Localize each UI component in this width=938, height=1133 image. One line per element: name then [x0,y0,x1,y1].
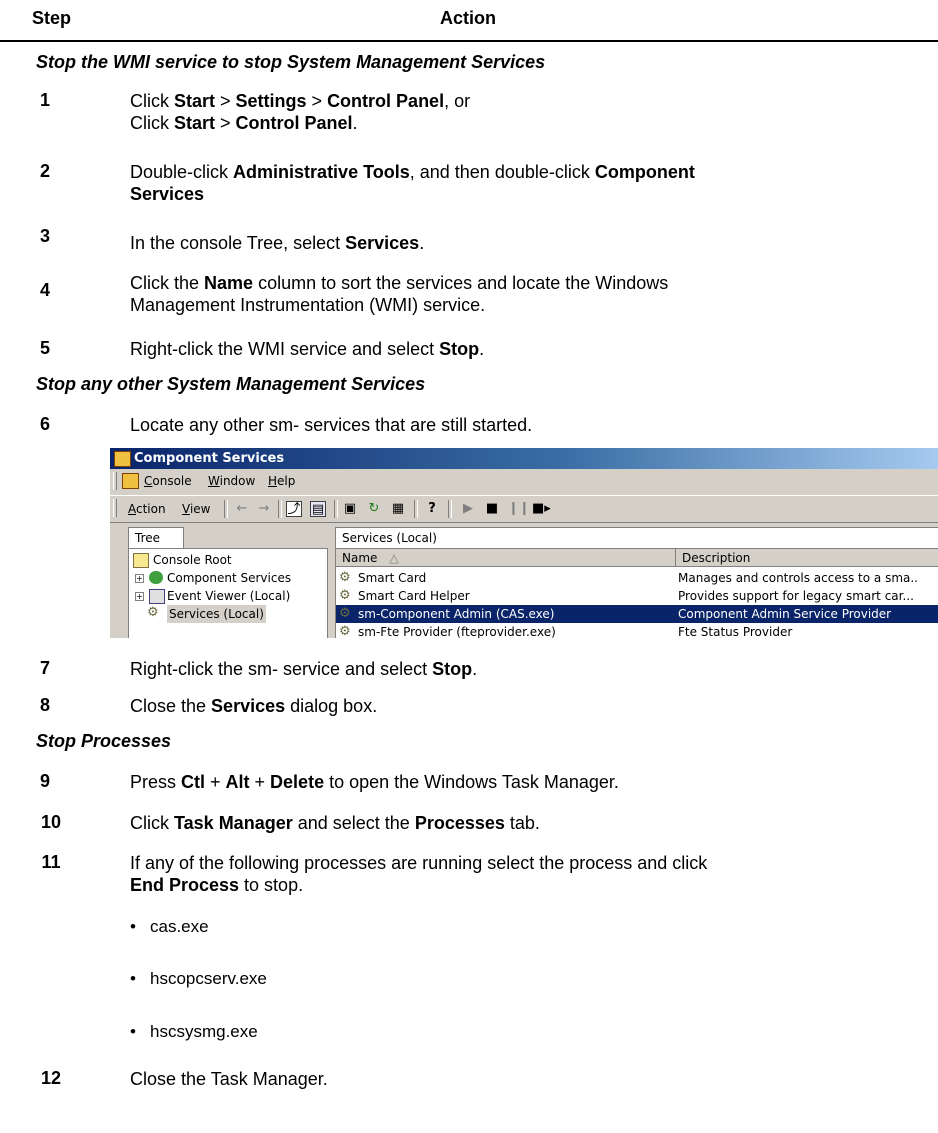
step-number: 3 [39,226,50,246]
step-number: 5 [39,338,50,358]
service-gear-icon: ⚙ [339,624,351,638]
toolbar-action-menu[interactable]: Action [128,502,166,516]
console-menu-icon [122,473,139,489]
start-service-icon[interactable]: ▶ [460,501,476,517]
step-text: In the console Tree, select Services. [130,233,425,253]
step-text: If any of the following processes are ru… [130,853,708,895]
menu-grip [113,472,117,490]
step-number: 8 [39,695,50,715]
step-text: Close the Services dialog box. [130,696,378,716]
section-heading: Stop Processes [36,731,172,751]
window-title: Component Services [134,451,285,466]
step-number: 12 [40,1068,62,1088]
step-number: 1 [39,90,50,110]
list-item: • hscsysmg.exe [130,1022,258,1041]
toolbar-view-menu[interactable]: View [182,502,210,516]
step-text: Right-click the WMI service and select S… [130,339,485,359]
menu-bar: Console Window Help [110,470,938,492]
component-services-window: Component Services Console Window Help A… [110,448,938,638]
menu-help[interactable]: Help [268,474,295,488]
event-viewer-icon [149,589,165,604]
service-row[interactable]: ⚙ sm-Fte Provider (fteprovider.exe) Fte … [336,623,938,638]
sort-ascending-icon: △ [389,551,399,565]
step-text: Click the Name column to sort the servic… [130,273,669,315]
step-number: 4 [39,280,50,300]
menu-window[interactable]: Window [208,474,255,488]
step-number: 6 [39,414,50,434]
step-number: 9 [39,771,50,791]
step-number: 7 [39,658,50,678]
step-text: Press Ctl + Alt + Delete to open the Win… [130,772,619,792]
column-header-name[interactable]: Name △ [336,549,676,567]
step-number: 11 [41,852,61,872]
step-number: 10 [40,812,62,832]
section-heading: Stop the WMI service to stop System Mana… [36,52,546,72]
header-rule [0,40,938,42]
export-list-icon[interactable]: ▦ [390,501,406,517]
restart-service-icon[interactable]: ■▸ [532,501,551,517]
step-text: Close the Task Manager. [130,1069,328,1089]
menu-console[interactable]: Console [144,474,192,488]
step-text: Locate any other sm- services that are s… [130,415,533,435]
refresh-icon[interactable]: ↻ [366,501,382,517]
step-number: 2 [39,161,50,181]
action-column-header: Action [440,8,496,28]
services-list: Name △ Description ⚙ Smart Card Manages a… [335,548,938,638]
expand-icon[interactable]: + [135,574,144,583]
step-text: Click Task Manager and select the Proces… [130,813,540,833]
list-item: • hscopcserv.exe [130,969,267,988]
pane-title: Services (Local) [335,527,938,549]
table-header: Step Action [0,0,938,38]
component-services-icon [114,451,131,467]
service-row-selected[interactable]: ⚙ sm-Component Admin (CAS.exe) Component… [336,605,938,623]
service-gear-icon: ⚙ [339,588,351,603]
show-hide-tree-icon[interactable]: ▤ [310,501,326,517]
step-text: Right-click the sm- service and select S… [130,659,478,679]
window-title-bar[interactable]: Component Services [110,448,938,469]
step-text: Double-click Administrative Tools, and t… [130,162,695,204]
service-gear-icon: ⚙ [339,570,351,585]
help-icon[interactable]: ? [424,501,440,517]
toolbar-separator [414,500,418,518]
component-services-icon [149,571,163,584]
up-folder-icon[interactable]: ⤴ [286,501,302,517]
toolbar-separator [278,500,282,518]
column-header-description[interactable]: Description [676,549,938,567]
toolbar: Action View ← → ⤴ ▤ ▣ ↻ ▦ ? ▶ ■ ❙❙ ■▸ [110,495,938,523]
back-arrow-icon[interactable]: ← [234,501,250,517]
stop-service-icon[interactable]: ■ [484,501,500,517]
toolbar-grip [113,499,117,517]
pause-service-icon[interactable]: ❙❙ [508,501,530,517]
forward-arrow-icon[interactable]: → [256,501,272,517]
expand-icon[interactable]: + [135,592,144,601]
step-column-header: Step [32,8,72,28]
service-gear-icon: ⚙ [339,606,351,621]
tab-tree[interactable]: Tree [128,527,184,548]
services-gear-icon: ⚙ [147,605,159,620]
section-heading: Stop any other System Management Service… [36,374,426,394]
toolbar-separator [224,500,228,518]
properties-icon[interactable]: ▣ [342,501,358,517]
folder-icon [133,553,149,568]
step-text: Click Start > Settings > Control Panel, … [130,91,471,133]
tree-pane: Console Root + Component Services + Even… [128,548,328,638]
service-row[interactable]: ⚙ Smart Card Helper Provides support for… [336,587,938,605]
list-item: • cas.exe [130,917,209,936]
toolbar-separator [334,500,338,518]
service-row[interactable]: ⚙ Smart Card Manages and controls access… [336,569,938,587]
toolbar-separator [448,500,452,518]
